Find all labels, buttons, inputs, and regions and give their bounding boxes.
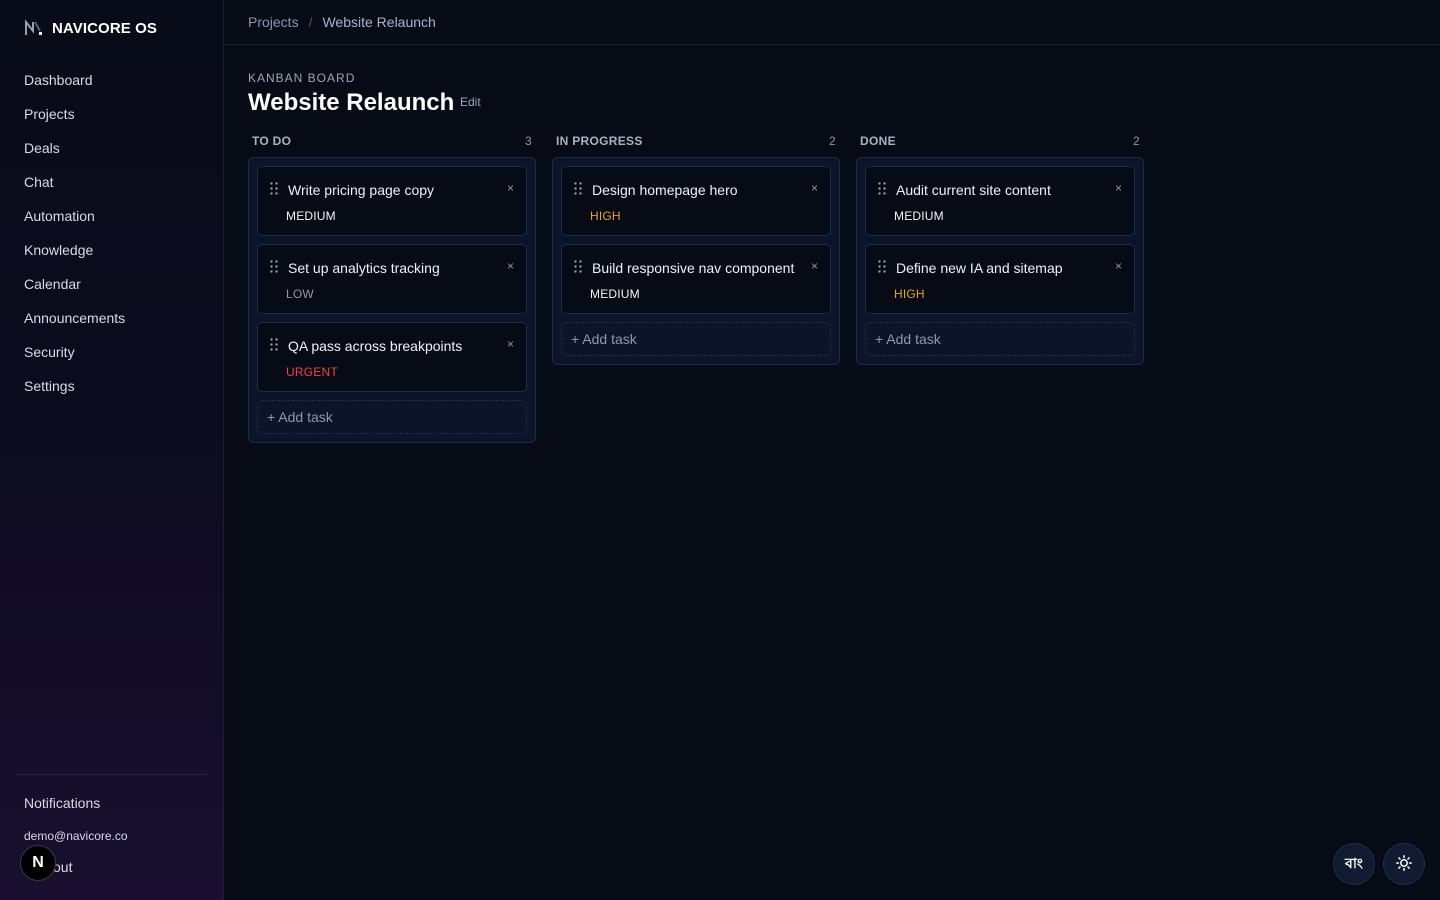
close-icon[interactable]: × xyxy=(507,337,514,351)
column-name: IN PROGRESS xyxy=(556,134,643,148)
close-icon[interactable]: × xyxy=(507,259,514,273)
nav-item-dashboard[interactable]: Dashboard xyxy=(0,63,224,97)
column-done: Audit current site content × MEDIUM Defi… xyxy=(856,157,1144,365)
drag-handle-icon[interactable] xyxy=(574,182,582,195)
close-icon[interactable]: × xyxy=(811,259,818,273)
column-count: 2 xyxy=(829,134,836,148)
notifications-link[interactable]: Notifications xyxy=(24,795,100,811)
nav-item-settings[interactable]: Settings xyxy=(0,369,224,403)
logo-icon xyxy=(24,19,44,37)
task-card[interactable]: Set up analytics tracking × LOW xyxy=(257,244,527,314)
nav-item-security[interactable]: Security xyxy=(0,335,224,369)
task-title: Build responsive nav component xyxy=(592,260,795,276)
theme-toggle-button[interactable] xyxy=(1383,843,1425,885)
close-icon[interactable]: × xyxy=(507,181,514,195)
main-nav: Dashboard Projects Deals Chat Automation… xyxy=(0,63,224,403)
priority-badge: HIGH xyxy=(894,287,925,301)
task-card[interactable]: Design homepage hero × HIGH xyxy=(561,166,831,236)
priority-badge: MEDIUM xyxy=(590,287,640,301)
user-email: demo@navicore.co xyxy=(24,829,128,843)
breadcrumb-projects[interactable]: Projects xyxy=(248,14,299,30)
priority-badge: URGENT xyxy=(286,365,338,379)
nav-item-deals[interactable]: Deals xyxy=(0,131,224,165)
column-count: 3 xyxy=(525,134,532,148)
task-card[interactable]: QA pass across breakpoints × URGENT xyxy=(257,322,527,392)
column-name: DONE xyxy=(860,134,896,148)
breadcrumb: Projects / Website Relaunch xyxy=(248,14,436,30)
nav-item-projects[interactable]: Projects xyxy=(0,97,224,131)
drag-handle-icon[interactable] xyxy=(574,260,582,273)
add-task-button[interactable]: + Add task xyxy=(561,322,831,356)
priority-badge: MEDIUM xyxy=(286,209,336,223)
task-title: Audit current site content xyxy=(896,182,1051,198)
avatar[interactable]: N xyxy=(20,845,56,881)
column-header-todo: TO DO 3 xyxy=(248,134,536,150)
drag-handle-icon[interactable] xyxy=(878,260,886,273)
brand[interactable]: NAVICORE OS xyxy=(24,18,157,38)
language-toggle-button[interactable]: বাং xyxy=(1333,843,1375,885)
nav-item-announcements[interactable]: Announcements xyxy=(0,301,224,335)
priority-badge: MEDIUM xyxy=(894,209,944,223)
priority-badge: LOW xyxy=(286,287,314,301)
column-in-progress: Design homepage hero × HIGH Build respon… xyxy=(552,157,840,365)
add-task-button[interactable]: + Add task xyxy=(865,322,1135,356)
drag-handle-icon[interactable] xyxy=(270,338,278,351)
drag-handle-icon[interactable] xyxy=(270,182,278,195)
sidebar-divider xyxy=(16,774,206,775)
column-header-done: DONE 2 xyxy=(856,134,1144,150)
task-title: QA pass across breakpoints xyxy=(288,338,463,354)
column-count: 2 xyxy=(1133,134,1140,148)
sidebar: NAVICORE OS Dashboard Projects Deals Cha… xyxy=(0,0,224,900)
drag-handle-icon[interactable] xyxy=(270,260,278,273)
task-card[interactable]: Audit current site content × MEDIUM xyxy=(865,166,1135,236)
priority-badge: HIGH xyxy=(590,209,621,223)
task-card[interactable]: Define new IA and sitemap × HIGH xyxy=(865,244,1135,314)
column-name: TO DO xyxy=(252,134,292,148)
edit-button[interactable]: Edit xyxy=(460,95,481,109)
topbar: Projects / Website Relaunch xyxy=(224,0,1440,45)
breadcrumb-current: Website Relaunch xyxy=(322,14,436,30)
task-title: Design homepage hero xyxy=(592,182,738,198)
close-icon[interactable]: × xyxy=(811,181,818,195)
close-icon[interactable]: × xyxy=(1115,259,1122,273)
task-card[interactable]: Build responsive nav component × MEDIUM xyxy=(561,244,831,314)
sun-icon xyxy=(1396,854,1412,874)
nav-item-automation[interactable]: Automation xyxy=(0,199,224,233)
close-icon[interactable]: × xyxy=(1115,181,1122,195)
page-title: Website Relaunch xyxy=(248,89,455,116)
board-kicker: KANBAN BOARD xyxy=(248,71,356,85)
nav-item-calendar[interactable]: Calendar xyxy=(0,267,224,301)
nav-item-knowledge[interactable]: Knowledge xyxy=(0,233,224,267)
breadcrumb-separator: / xyxy=(308,14,313,30)
task-title: Define new IA and sitemap xyxy=(896,260,1063,276)
add-task-button[interactable]: + Add task xyxy=(257,400,527,434)
drag-handle-icon[interactable] xyxy=(878,182,886,195)
column-todo: Write pricing page copy × MEDIUM Set up … xyxy=(248,157,536,443)
column-header-in-progress: IN PROGRESS 2 xyxy=(552,134,840,150)
task-card[interactable]: Write pricing page copy × MEDIUM xyxy=(257,166,527,236)
nav-item-chat[interactable]: Chat xyxy=(0,165,224,199)
task-title: Set up analytics tracking xyxy=(288,260,440,276)
brand-name: NAVICORE OS xyxy=(52,19,158,37)
task-title: Write pricing page copy xyxy=(288,182,435,198)
